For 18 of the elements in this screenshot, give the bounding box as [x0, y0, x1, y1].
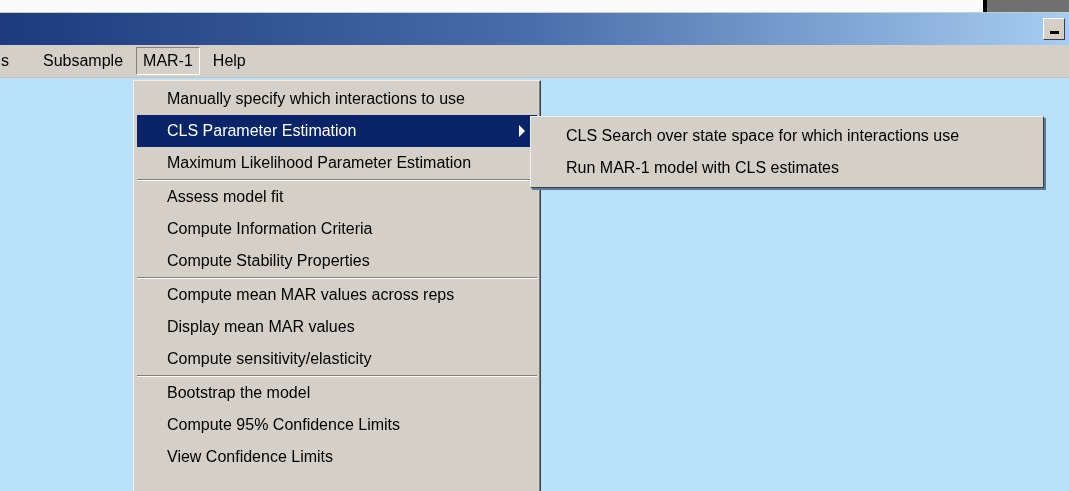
menu-item[interactable]: Assess model fit — [137, 181, 537, 213]
menu-item[interactable]: Compute Stability Properties — [137, 245, 537, 277]
minimize-button[interactable] — [1043, 18, 1065, 40]
menu-item[interactable]: Help — [205, 47, 253, 75]
menu-item[interactable]: Display mean MAR values — [137, 311, 537, 343]
menu-item[interactable]: MAR-1 — [136, 47, 200, 75]
menu-item[interactable]: Compute Information Criteria — [137, 213, 537, 245]
menu-item[interactable]: Run MAR-1 model with CLS estimates — [534, 152, 1040, 184]
menu-item[interactable]: Compute 95% Confidence Limits — [137, 409, 537, 441]
menu-item[interactable]: s — [0, 47, 16, 75]
menu-item[interactable]: CLS Parameter Estimation — [137, 115, 537, 147]
menu-item[interactable]: Manually specify which interactions to use — [137, 83, 537, 115]
menu-item[interactable]: Bootstrap the model — [137, 377, 537, 409]
menu-item[interactable]: Subsample — [36, 47, 131, 75]
menu-item[interactable]: CLS Search over state space for which interactions use — [534, 120, 1040, 152]
menu-item[interactable]: View Confidence Limits — [137, 441, 537, 473]
menu-item[interactable]: Compute sensitivity/elasticity — [137, 343, 537, 375]
menu-item[interactable]: Compute mean MAR values across reps — [137, 279, 537, 311]
